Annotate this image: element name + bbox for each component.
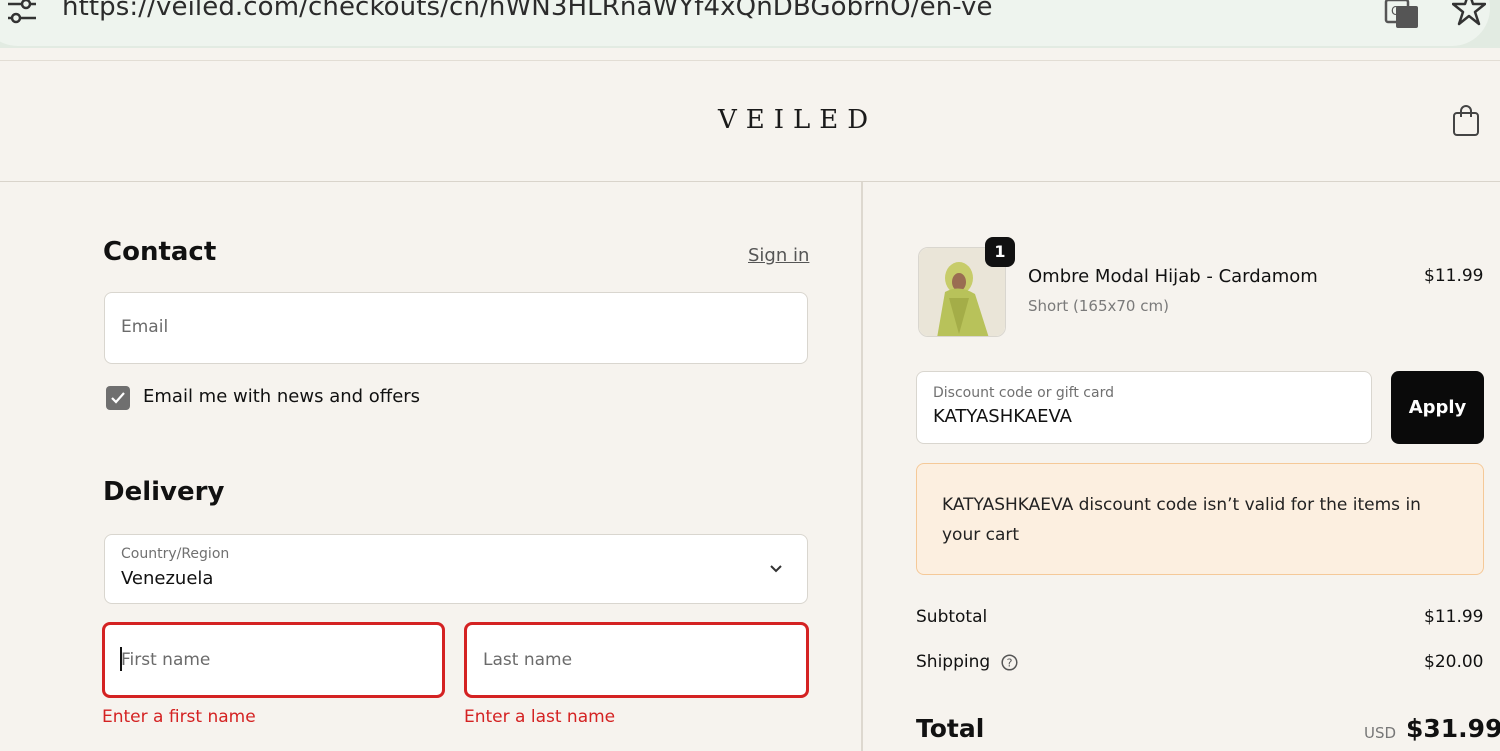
email-field[interactable]: Email [104,292,808,364]
first-name-field[interactable]: First name [102,622,445,698]
site-settings-icon[interactable] [4,0,40,30]
browser-toolbar: https://veiled.com/checkouts/cn/hWN3HLRn… [0,0,1500,48]
country-value: Venezuela [121,568,214,589]
last-name-error: Enter a last name [464,707,616,727]
svg-text:?: ? [1007,657,1013,670]
delivery-heading: Delivery [103,477,225,507]
discount-value: KATYASHKAEVA [933,406,1072,427]
country-label: Country/Region [121,546,230,562]
subtotal-value: $11.99 [1424,607,1484,627]
column-divider [861,182,863,751]
total-value: $31.99 [1406,714,1500,743]
warning-message: KATYASHKAEVA discount code isn’t valid f… [942,490,1462,550]
product-name: Ombre Modal Hijab - Cardamom [1028,266,1318,287]
total-label: Total [916,714,985,743]
warning-code: KATYASHKAEVA [942,495,1074,515]
discount-label: Discount code or gift card [933,385,1114,401]
url-text[interactable]: https://veiled.com/checkouts/cn/hWN3HLRn… [62,0,993,22]
svg-text:G: G [1391,4,1400,18]
discount-code-field[interactable]: Discount code or gift card KATYASHKAEVA [916,371,1372,444]
text-cursor [120,647,122,671]
product-variant: Short (165x70 cm) [1028,297,1169,315]
first-name-placeholder: First name [121,650,211,670]
subtotal-label: Subtotal [916,607,988,627]
product-price: $11.99 [1424,266,1484,286]
newsletter-checkbox[interactable] [106,386,130,410]
sign-in-link[interactable]: Sign in [748,245,809,266]
total-currency: USD [1364,724,1397,742]
check-icon [111,392,125,404]
brand-logo[interactable]: VEILED [718,105,877,135]
email-placeholder: Email [121,317,169,337]
newsletter-label: Email me with news and offers [143,386,421,407]
quantity-badge: 1 [985,237,1015,267]
last-name-placeholder: Last name [483,650,573,670]
apply-button[interactable]: Apply [1391,371,1484,444]
chevron-down-icon [770,565,782,573]
shipping-value: $20.00 [1424,652,1484,672]
discount-warning: KATYASHKAEVA discount code isn’t valid f… [916,463,1484,575]
translate-icon[interactable]: G [1384,0,1420,30]
last-name-field[interactable]: Last name [464,622,809,698]
shop-header: VEILED [0,60,1500,182]
bookmark-star-icon[interactable] [1452,0,1486,28]
help-icon[interactable]: ? [1001,654,1018,671]
first-name-error: Enter a first name [102,707,256,727]
country-select[interactable]: Country/Region Venezuela [104,534,808,604]
contact-heading: Contact [103,237,217,267]
shipping-label: Shipping [916,652,991,672]
shopping-bag-icon[interactable] [1450,103,1482,137]
